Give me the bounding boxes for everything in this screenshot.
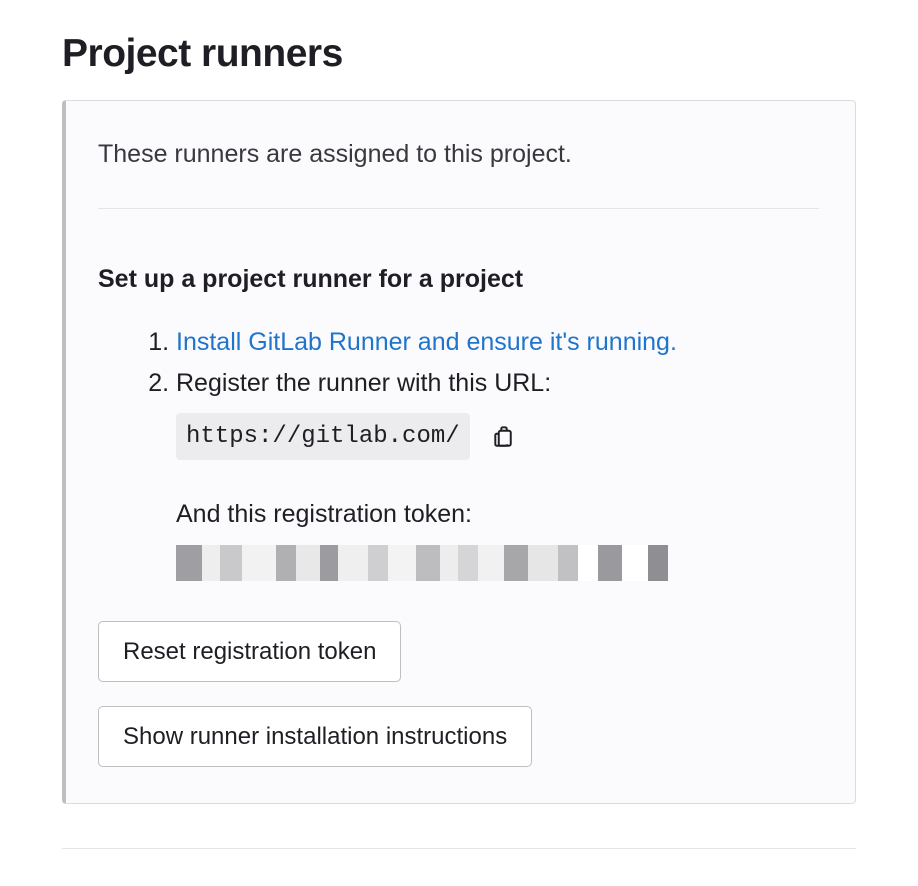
- runners-panel: These runners are assigned to this proje…: [62, 100, 856, 804]
- url-line: https://gitlab.com/: [176, 413, 819, 461]
- bottom-divider: [62, 848, 856, 849]
- intro-text: These runners are assigned to this proje…: [98, 137, 819, 172]
- setup-steps: Install GitLab Runner and ensure it's ru…: [98, 322, 819, 460]
- actions-group: Reset registration token Show runner ins…: [98, 621, 819, 767]
- token-block: And this registration token:: [98, 500, 819, 581]
- registration-token-redacted: [176, 545, 668, 581]
- install-runner-link[interactable]: Install GitLab Runner and ensure it's ru…: [176, 328, 677, 356]
- url-value: https://gitlab.com/: [176, 413, 470, 461]
- token-label: And this registration token:: [176, 500, 819, 529]
- step2-text: Register the runner with this URL:: [176, 369, 551, 397]
- setup-step-2: Register the runner with this URL: https…: [176, 363, 819, 460]
- clipboard-icon: [492, 424, 516, 448]
- show-instructions-button[interactable]: Show runner installation instructions: [98, 706, 532, 767]
- reset-token-button[interactable]: Reset registration token: [98, 621, 401, 682]
- setup-heading: Set up a project runner for a project: [98, 265, 819, 294]
- setup-step-1: Install GitLab Runner and ensure it's ru…: [176, 322, 819, 363]
- page-title: Project runners: [62, 32, 856, 76]
- divider: [98, 208, 819, 209]
- copy-url-button[interactable]: [488, 420, 520, 452]
